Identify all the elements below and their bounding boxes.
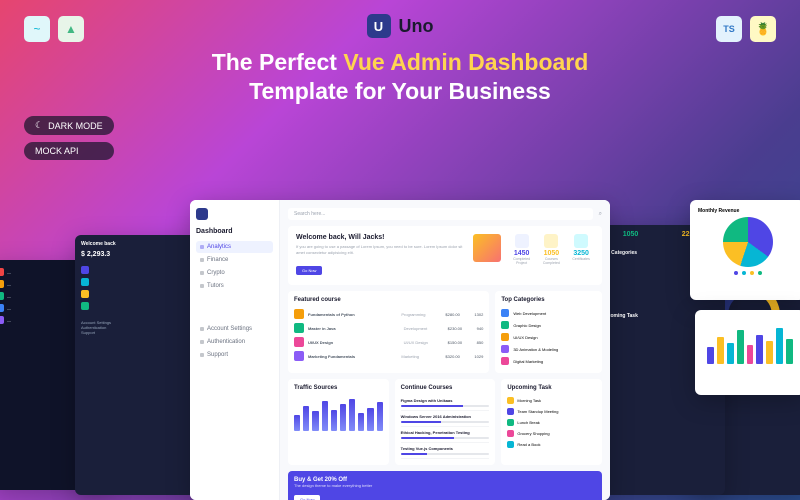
welcome-illustration (473, 234, 501, 262)
continue-courses-card: Continue Courses Figma Design with Unika… (395, 379, 496, 465)
promo-button[interactable]: Go Now (294, 495, 320, 500)
welcome-desc: If you are going to use a passage of Lor… (296, 244, 465, 255)
category-row[interactable]: Graphic Design (501, 319, 596, 331)
headline: The Perfect Vue Admin Dashboard Template… (0, 48, 800, 106)
category-row[interactable]: Web Development (501, 307, 596, 319)
category-row[interactable]: 3D Animation & Modeling (501, 343, 596, 355)
typescript-icon: TS (716, 16, 742, 42)
traffic-sources-card: Traffic Sources (288, 379, 389, 465)
sidebar-item-crypto[interactable]: Crypto (196, 267, 273, 279)
search-icon[interactable]: ⌕ (599, 211, 602, 218)
sidebar-item-tutors[interactable]: Tutors (196, 280, 273, 292)
course-row[interactable]: Fundamentals of PythonProgramming$280.00… (294, 307, 483, 321)
top-categories-card: Top Categories Web DevelopmentGraphic De… (495, 291, 602, 373)
sidebar-item-account[interactable]: Account Settings (196, 323, 273, 335)
task-row[interactable]: Lunch Break (507, 417, 596, 428)
moon-icon: ☾ (35, 120, 43, 131)
pie-chart (723, 217, 773, 267)
course-row[interactable]: Master in JavaDevelopment$230.00940 (294, 321, 483, 335)
dark-mode-badge: ☾DARK MODE (24, 116, 114, 135)
stats-row: 1450Completed Project 1050Courses Comple… (509, 234, 594, 277)
featured-courses-card: Featured course Fundamentals of PythonPr… (288, 291, 489, 373)
welcome-button[interactable]: Go Now (296, 266, 322, 275)
continue-item[interactable]: Windows Server 2016 Administration (401, 411, 490, 427)
continue-item[interactable]: Testing Vue.js Components (401, 443, 490, 459)
promo-banner: Buy & Get 20% Off The design theme to ma… (288, 471, 602, 500)
search-input[interactable]: Search here... (288, 208, 593, 220)
sidebar-item-auth[interactable]: Authentication (196, 336, 273, 348)
task-row[interactable]: Read a Book (507, 439, 596, 450)
sidebar-item-support[interactable]: Support (196, 349, 273, 361)
sidebar-item-analytics[interactable]: Analytics (196, 241, 273, 253)
tailwind-icon: ~ (24, 16, 50, 42)
screenshots-collage: — — — — — Welcome back $ 2,293.3 Account… (0, 170, 800, 500)
task-row[interactable]: Grocery Shopping (507, 428, 596, 439)
sidebar-item-finance[interactable]: Finance (196, 254, 273, 266)
category-row[interactable]: Digital Marketing (501, 355, 596, 367)
upcoming-task-card: Upcoming Task Morning TaskTeam Standup M… (501, 379, 602, 465)
course-row[interactable]: UI/UX DesignUI/UX Design$150.00850 (294, 335, 483, 349)
welcome-title: Welcome back, Will Jacks! (296, 234, 465, 241)
course-row[interactable]: Marketing FundamentalsMarketing$320.0010… (294, 349, 483, 363)
category-row[interactable]: UI/UX Design (501, 331, 596, 343)
mock-api-badge: MOCK API (24, 142, 114, 160)
bar-chart-card (695, 310, 800, 395)
welcome-card: Welcome back, Will Jacks! If you are goi… (288, 226, 602, 285)
pie-chart-card: Monthly Revenue (690, 200, 800, 300)
main-dashboard-preview: Dashboard Analytics Finance Crypto Tutor… (190, 200, 610, 500)
vue-icon: ▲ (58, 16, 84, 42)
pinia-icon: 🍍 (750, 16, 776, 42)
bar-chart (703, 318, 797, 368)
continue-item[interactable]: Figma Design with Unikaas (401, 395, 490, 411)
feature-badges: ☾DARK MODE MOCK API (24, 116, 114, 160)
sidebar: Dashboard Analytics Finance Crypto Tutor… (190, 200, 280, 500)
main-content: Search here... ⌕ Welcome back, Will Jack… (280, 200, 610, 500)
continue-item[interactable]: Ethical Hacking, Penetration Testing (401, 427, 490, 443)
sidebar-title: Dashboard (196, 228, 273, 235)
task-row[interactable]: Team Standup Meeting (507, 406, 596, 417)
task-row[interactable]: Morning Task (507, 395, 596, 406)
sidebar-logo (196, 208, 208, 220)
dark-preview-left: Welcome back $ 2,293.3 Account Settings … (75, 235, 205, 495)
tech-badges-row: ~ ▲ TS 🍍 (0, 16, 800, 42)
